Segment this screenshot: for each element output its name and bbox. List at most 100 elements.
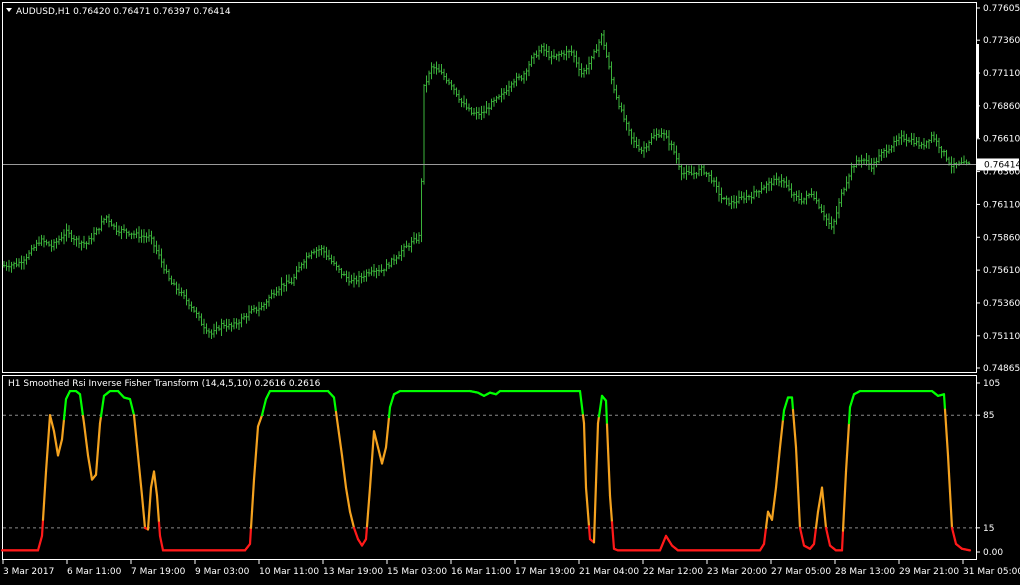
price-bar [130,233,132,240]
price-bar [135,229,137,239]
price-bar [288,274,290,283]
indicator-segment [86,439,87,447]
price-bar [875,158,877,168]
price-bar [20,256,22,270]
price-bar [163,259,165,274]
price-bar [958,161,960,166]
price-bar [423,84,425,185]
price-bar [540,44,542,53]
price-bar [483,106,485,119]
price-bar [750,192,752,204]
price-bar [528,61,530,76]
price-bar [545,44,547,57]
price-bar [600,33,602,45]
price-bar [853,164,855,173]
price-bar [488,103,490,115]
price-bar [190,302,192,312]
price-bar [715,177,717,193]
price-bar [930,132,932,143]
price-bar [13,262,15,270]
indicator-segment [773,504,774,512]
current-price-marker: 0.76414 [977,158,1020,170]
price-bar [125,228,127,238]
price-bar [308,252,310,258]
indicator-segment [250,528,251,544]
price-bar [180,288,182,297]
indicator-pane[interactable]: H1 Smoothed Rsi Inverse Fisher Transform… [2,375,1003,560]
price-bar [470,107,472,115]
indicator-segment [794,422,795,434]
triangle-down-icon[interactable] [6,8,12,12]
price-bar [513,79,515,88]
chart-window[interactable]: AUDUSD,H1 0.76420 0.76471 0.76397 0.7641… [0,0,1020,581]
indicator-segment [154,472,155,480]
indicator-segment [44,488,45,504]
price-tick-label: 0.76860 [983,102,1020,112]
price-bar [543,43,545,56]
price-bar [25,254,27,265]
price-bar [128,231,130,237]
price-bar [868,155,870,170]
price-bar [378,265,380,276]
price-bar [3,261,5,268]
price-bar [400,245,402,261]
indicator-segment [782,420,783,429]
price-bar [195,307,197,318]
indicator-segment [135,425,136,435]
price-bar [518,74,520,81]
indicator-segment [580,391,581,399]
price-bar [643,141,645,158]
price-tick-label: 0.74865 [983,364,1020,374]
indicator-segment [366,526,367,539]
main-pane[interactable]: AUDUSD,H1 0.76420 0.76471 0.76397 0.7641… [3,3,977,373]
indicator-segment [792,397,793,409]
price-bar [800,193,802,205]
price-bar [765,181,767,193]
price-scale[interactable]: 0.776050.773600.771100.768600.766100.763… [976,2,1020,374]
price-bar [315,247,317,258]
price-bar [530,55,532,67]
price-bar [475,107,477,120]
price-bar [493,97,495,106]
time-axis[interactable]: 3 Mar 20176 Mar 11:007 Mar 19:009 Mar 03… [3,560,1020,577]
indicator-segment [796,447,797,467]
price-bar [685,165,687,180]
price-bar [795,191,797,201]
price-bar [105,215,107,223]
price-bar [100,216,102,232]
price-bar [918,137,920,149]
indicator-segment [797,468,798,488]
price-bar [735,196,737,209]
price-bar [823,205,825,220]
price-bar [933,132,935,143]
indicator-segment [586,488,587,501]
indicator-segment [817,512,818,520]
indicator-segment [585,455,586,487]
scroll-marker[interactable] [976,44,979,138]
price-bar [200,313,202,326]
price-bar [818,199,820,210]
price-bar [873,158,875,175]
price-bar [878,149,880,163]
price-bar [820,204,822,213]
indicator-segment [140,476,141,486]
price-bar [235,318,237,328]
indicator-segment [387,427,388,437]
indicator-segment [949,474,950,492]
price-bar [760,182,762,194]
price-bar [593,49,595,59]
price-bar [258,302,260,317]
price-bar [103,218,105,225]
price-bar [363,271,365,282]
time-label: 3 Mar 2017 [3,567,54,577]
price-bar [368,269,370,277]
time-label: 23 Mar 20:00 [707,567,767,577]
price-bar [520,75,522,81]
price-bar [928,139,930,149]
price-bar [753,186,755,200]
price-bar [885,144,887,157]
price-bar [658,130,660,138]
price-bar [848,173,850,188]
indicator-segment [252,496,253,512]
price-bar [790,183,792,198]
